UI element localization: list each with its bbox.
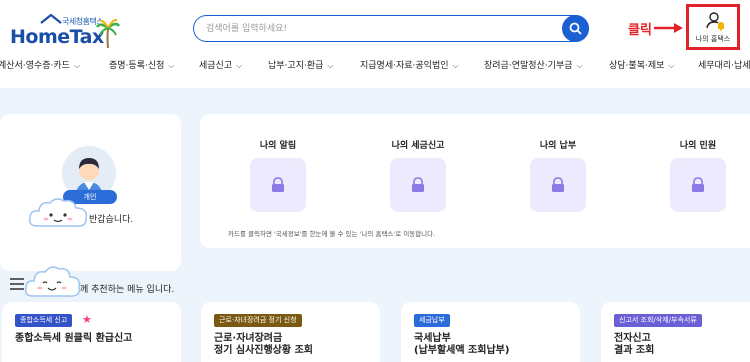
my-payment-item[interactable]: 나의 납부 <box>503 114 613 224</box>
my-tax-report-title: 나의 세금신고 <box>391 141 445 151</box>
nav-item-label: 지급명세·자료·공익법인 <box>360 61 449 71</box>
nav-item-label: 상담·불복·제보 <box>609 61 665 71</box>
annotation-arrow-icon <box>654 23 683 33</box>
my-hometax-card[interactable]: 나의 알림 나의 세금신고 나의 납부 나의 민원 카드를 클릭하면 '국세정보… <box>200 114 750 248</box>
nav-item-agent[interactable]: 세무대리·납세 <box>698 58 750 71</box>
user-bell-icon <box>706 12 724 31</box>
nav-item-label: 계산서·영수증·카드 <box>0 61 70 71</box>
my-civil-petition-title: 나의 민원 <box>679 141 717 151</box>
lock-icon <box>412 177 424 192</box>
logo-roof-icon <box>40 14 62 24</box>
lock-icon <box>692 177 704 192</box>
lock-icon <box>272 177 284 192</box>
logo-title: HomeTax <box>10 26 104 48</box>
my-tax-report-tile[interactable] <box>390 158 446 212</box>
main-navigation: 계산서·영수증·카드 ⌵ 증명·등록·신청 ⌵ 세금신고 ⌵ 납부·고지·환급 ⌵ 지급… <box>0 56 750 76</box>
nav-item-label: 증명·등록·신청 <box>109 61 165 71</box>
my-hometax-note: 카드를 클릭하면 '국세정보'를 한눈에 볼 수 있는 '나의 홈택스'로 이동… <box>228 230 436 238</box>
nav-item-statements[interactable]: 지급명세·자료·공익법인 ⌵ <box>360 58 459 71</box>
chevron-down-icon: ⌵ <box>452 61 459 70</box>
hometax-logo[interactable]: 국세청홈택스 HomeTax <box>6 8 120 50</box>
my-civil-petition-tile[interactable] <box>670 158 726 212</box>
chevron-down-icon: ⌵ <box>236 61 243 70</box>
my-tax-report-item[interactable]: 나의 세금신고 <box>363 114 473 224</box>
search-input[interactable] <box>206 20 546 38</box>
chevron-down-icon: ⌵ <box>73 61 81 70</box>
welcome-card: 개인 반갑습니다. <box>0 114 181 271</box>
palm-tree-icon <box>96 18 120 49</box>
lock-icon <box>552 177 564 192</box>
service-title: 종합소득세 원클릭 환급신고 <box>15 333 133 344</box>
nav-item-label: 세무대리·납세 <box>698 61 750 71</box>
welcome-message: 반갑습니다. <box>89 215 134 225</box>
click-annotation-label: 클릭 <box>628 23 652 38</box>
chevron-down-icon: ⌵ <box>576 61 583 70</box>
nav-item-label: 장려금·연말정산·기부금 <box>484 61 573 71</box>
star-icon: ★ <box>82 313 92 326</box>
my-payment-tile[interactable] <box>530 158 586 212</box>
nav-item-payment[interactable]: 납부·고지·환급 ⌵ <box>268 58 333 71</box>
chevron-down-icon: ⌵ <box>168 61 175 70</box>
service-card[interactable]: 종합소득세 신고 ★ 종합소득세 원클릭 환급신고 <box>2 302 181 362</box>
service-tag: 종합소득세 신고 <box>15 314 73 327</box>
service-title: 국세납부 (납부할세액 조회납부) <box>414 333 510 356</box>
my-alerts-tile[interactable] <box>250 158 306 212</box>
service-tag: 신고서 조회/삭제/부속서류 <box>614 314 702 327</box>
nav-item-label: 세금신고 <box>199 61 233 71</box>
nav-item-consult[interactable]: 상담·불복·제보 ⌵ <box>609 58 674 71</box>
chevron-down-icon: ⌵ <box>327 61 334 70</box>
service-card[interactable]: 세금납부 국세납부 (납부할세액 조회납부) <box>401 302 580 362</box>
cloud-mascot-icon <box>24 266 81 297</box>
recommend-heading: 께 추천하는 메뉴 입니다. <box>80 285 175 295</box>
my-payment-title: 나의 납부 <box>539 141 577 151</box>
nav-item-label: 납부·고지·환급 <box>268 61 324 71</box>
service-title: 근로·자녀장려금 정기 심사진행상황 조회 <box>214 333 313 356</box>
nav-item-tax-report[interactable]: 세금신고 ⌵ <box>199 58 242 71</box>
my-civil-petition-item[interactable]: 나의 민원 <box>643 114 750 224</box>
header: 국세청홈택스 HomeTax 클릭 <box>0 0 750 88</box>
cloud-mascot-icon <box>28 198 88 227</box>
service-tag: 근로·자녀장려금 정기 신청 <box>214 314 302 327</box>
nav-item-incentives[interactable]: 장려금·연말정산·기부금 ⌵ <box>484 58 583 71</box>
search-icon <box>569 22 582 35</box>
my-hometax-button[interactable]: 나의 홈택스 <box>686 4 740 50</box>
my-hometax-label: 나의 홈택스 <box>695 35 731 43</box>
menu-icon <box>10 278 24 290</box>
service-tag: 세금납부 <box>414 314 450 327</box>
search-button[interactable] <box>562 14 589 42</box>
service-card[interactable]: 신고서 조회/삭제/부속서류 전자신고 결과 조회 <box>601 302 750 362</box>
my-alerts-title: 나의 알림 <box>259 141 297 151</box>
service-title: 전자신고 결과 조회 <box>614 333 655 356</box>
search-bar <box>193 14 589 42</box>
my-alerts-item[interactable]: 나의 알림 <box>223 114 333 224</box>
chevron-down-icon: ⌵ <box>668 61 675 70</box>
nav-item-certificate[interactable]: 증명·등록·신청 ⌵ <box>109 58 174 71</box>
nav-item-invoice[interactable]: 계산서·영수증·카드 ⌵ <box>0 58 80 71</box>
service-card[interactable]: 근로·자녀장려금 정기 신청 근로·자녀장려금 정기 심사진행상황 조회 <box>201 302 380 362</box>
